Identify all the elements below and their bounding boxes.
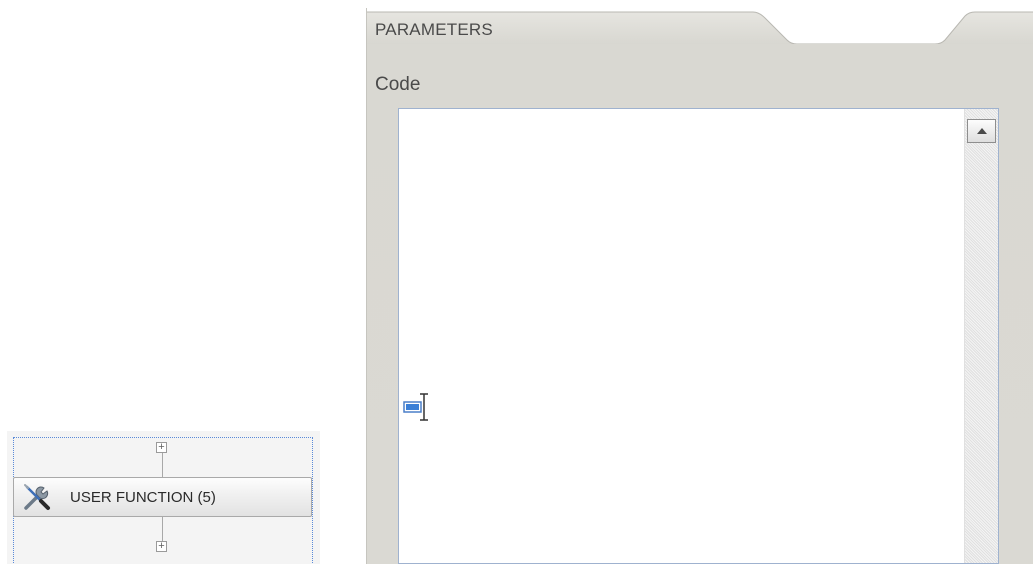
expand-bottom-icon[interactable]: +	[156, 541, 167, 552]
parameters-panel: PARAMETERS Code	[366, 8, 1033, 564]
user-function-node[interactable]: USER FUNCTION (5)	[13, 477, 312, 517]
user-function-label: USER FUNCTION (5)	[70, 488, 216, 506]
editor-scrollbar[interactable]	[964, 109, 998, 563]
tools-icon	[24, 484, 50, 510]
connector-line-top	[162, 453, 163, 478]
screen-root: + USER FUNCTION (5) + PARAMETERS Code	[0, 0, 1033, 564]
workflow-node-area: + USER FUNCTION (5) +	[7, 431, 320, 564]
panel-title: PARAMETERS	[375, 20, 493, 39]
panel-tab-header: PARAMETERS	[367, 8, 1033, 44]
text-cursor-icon	[403, 393, 428, 421]
scroll-up-button[interactable]	[967, 119, 996, 143]
code-editor[interactable]	[398, 108, 999, 564]
code-label: Code	[375, 74, 421, 95]
code-editor-content[interactable]	[405, 115, 958, 557]
expand-top-icon[interactable]: +	[156, 442, 167, 453]
arrow-up-icon	[976, 128, 987, 134]
